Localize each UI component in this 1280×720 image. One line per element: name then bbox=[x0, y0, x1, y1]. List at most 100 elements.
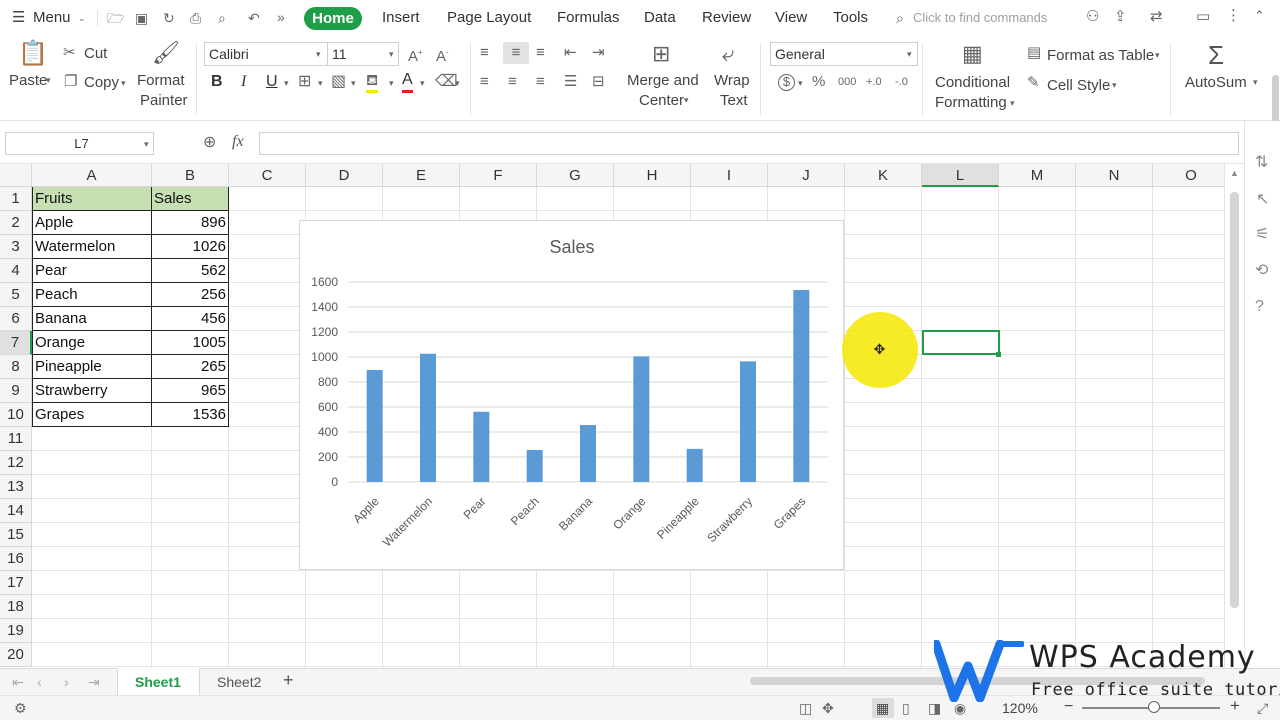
row-header-14[interactable]: 14 bbox=[0, 499, 32, 523]
format-as-table-button[interactable]: Format as Table bbox=[1047, 47, 1154, 64]
row-header-18[interactable]: 18 bbox=[0, 595, 32, 619]
italic-icon[interactable]: I bbox=[241, 74, 246, 90]
paste-dropdown-icon[interactable]: ▾ bbox=[46, 75, 51, 86]
print-icon[interactable]: ⎙ bbox=[190, 10, 201, 26]
name-box-dropdown-icon[interactable]: ▾ bbox=[144, 139, 149, 150]
merge-center-button-line1[interactable]: Merge and bbox=[627, 72, 699, 89]
column-header-a[interactable]: A bbox=[32, 164, 152, 187]
format-painter-button-line1[interactable]: Format bbox=[137, 72, 185, 89]
decrease-indent-icon[interactable]: ⇤ bbox=[564, 45, 577, 61]
table-cell[interactable]: Peach bbox=[32, 283, 152, 307]
column-header-k[interactable]: K bbox=[845, 164, 922, 187]
move-view-icon[interactable]: ✥ bbox=[822, 700, 834, 716]
wrap-text-icon[interactable]: ⤶ bbox=[722, 42, 734, 66]
upload-icon[interactable]: ⇪ bbox=[1114, 9, 1127, 25]
column-header-j[interactable]: J bbox=[768, 164, 845, 187]
column-header-l[interactable]: L bbox=[922, 164, 999, 187]
underline-dropdown-icon[interactable]: ▾ bbox=[284, 78, 289, 89]
row-header-7[interactable]: 7 bbox=[0, 331, 32, 355]
tab-insert[interactable]: Insert bbox=[382, 9, 420, 26]
number-format-dropdown-icon[interactable]: ▾ bbox=[907, 49, 912, 60]
merge-center-icon[interactable]: ⊞ bbox=[652, 42, 670, 66]
row-header-15[interactable]: 15 bbox=[0, 523, 32, 547]
justify-icon[interactable]: ☰ bbox=[564, 74, 577, 90]
currency-dropdown-icon[interactable]: ▾ bbox=[798, 78, 803, 89]
zoom-search-icon[interactable]: ⊕ bbox=[203, 135, 216, 151]
row-header-2[interactable]: 2 bbox=[0, 211, 32, 235]
command-search-input[interactable]: Click to find commands bbox=[913, 10, 1047, 25]
next-sheet-icon[interactable]: › bbox=[64, 674, 69, 690]
wrap-text-button-line2[interactable]: Text bbox=[720, 92, 748, 109]
column-header-e[interactable]: E bbox=[383, 164, 460, 187]
tab-home[interactable]: Home bbox=[304, 7, 362, 30]
increase-indent-icon[interactable]: ⇥ bbox=[592, 45, 605, 61]
macro-icon[interactable]: ⚙ bbox=[14, 700, 27, 716]
thousands-separator-icon[interactable]: 000 bbox=[838, 74, 856, 90]
cell-style-icon[interactable]: ✎ bbox=[1027, 75, 1040, 91]
column-header-g[interactable]: G bbox=[537, 164, 614, 187]
copy-dropdown-icon[interactable]: ▾ bbox=[121, 78, 126, 89]
prev-sheet-icon[interactable]: ‹ bbox=[37, 674, 42, 690]
decrease-decimal-icon[interactable]: -.0 bbox=[895, 74, 908, 90]
column-header-c[interactable]: C bbox=[229, 164, 306, 187]
table-cell[interactable]: Grapes bbox=[32, 403, 152, 427]
borders-icon[interactable]: ⊞ bbox=[298, 74, 311, 90]
print-preview-icon[interactable]: ⌕ bbox=[218, 10, 226, 26]
more-options-icon[interactable]: ⋮ bbox=[1226, 8, 1241, 24]
conditional-formatting-button-line2[interactable]: Formatting bbox=[935, 94, 1007, 111]
column-header-h[interactable]: H bbox=[614, 164, 691, 187]
column-header-b[interactable]: B bbox=[152, 164, 229, 187]
row-header-9[interactable]: 9 bbox=[0, 379, 32, 403]
function-icon[interactable]: fx bbox=[232, 134, 244, 150]
row-header-1[interactable]: 1 bbox=[0, 187, 32, 211]
paste-button[interactable]: Paste bbox=[9, 72, 47, 89]
column-header-i[interactable]: I bbox=[691, 164, 768, 187]
row-header-11[interactable]: 11 bbox=[0, 427, 32, 451]
cut-icon[interactable]: ✂ bbox=[63, 45, 76, 61]
table-cell[interactable]: 456 bbox=[152, 307, 229, 331]
column-header-n[interactable]: N bbox=[1076, 164, 1153, 187]
font-name-select[interactable]: Calibri bbox=[204, 42, 328, 66]
table-cell[interactable]: Apple bbox=[32, 211, 152, 235]
borders-dropdown-icon[interactable]: ▾ bbox=[318, 78, 323, 89]
clear-dropdown-icon[interactable]: ▾ bbox=[455, 78, 460, 89]
tab-page-layout[interactable]: Page Layout bbox=[447, 9, 531, 26]
currency-icon[interactable]: $ bbox=[778, 74, 795, 91]
font-color-icon[interactable]: A bbox=[402, 72, 413, 93]
sheet-tab-sheet2[interactable]: Sheet2 bbox=[217, 674, 261, 690]
table-cell[interactable]: Banana bbox=[32, 307, 152, 331]
row-header-16[interactable]: 16 bbox=[0, 547, 32, 571]
last-sheet-icon[interactable]: ⇥ bbox=[88, 674, 100, 690]
align-left-icon[interactable]: ≡ bbox=[480, 74, 489, 90]
reading-mode-icon[interactable]: ◉ bbox=[954, 700, 966, 716]
vertical-scrollbar[interactable]: ▲ bbox=[1224, 164, 1244, 668]
copy-icon[interactable]: ❐ bbox=[64, 74, 77, 90]
conditional-formatting-button-line1[interactable]: Conditional bbox=[935, 74, 1010, 91]
row-header-19[interactable]: 19 bbox=[0, 619, 32, 643]
table-header-cell[interactable]: Fruits bbox=[32, 187, 152, 211]
zoom-slider-thumb[interactable] bbox=[1148, 701, 1160, 713]
help-icon[interactable]: ? bbox=[1255, 299, 1264, 315]
comment-icon[interactable]: ▭ bbox=[1196, 9, 1210, 25]
font-size-dropdown-icon[interactable]: ▾ bbox=[389, 49, 394, 60]
paste-icon[interactable]: 📋 bbox=[18, 41, 48, 67]
table-cell[interactable]: Watermelon bbox=[32, 235, 152, 259]
column-header-o[interactable]: O bbox=[1153, 164, 1224, 187]
more-icon[interactable]: » bbox=[277, 9, 285, 25]
page-break-icon[interactable]: ◫ bbox=[799, 700, 812, 716]
bold-icon[interactable]: B bbox=[211, 74, 223, 90]
cell-fill-pattern-icon[interactable]: ▧ bbox=[331, 74, 346, 90]
table-cell[interactable]: 965 bbox=[152, 379, 229, 403]
column-header-d[interactable]: D bbox=[306, 164, 383, 187]
table-cell[interactable]: 1536 bbox=[152, 403, 229, 427]
save-icon[interactable]: ▣ bbox=[135, 10, 148, 26]
font-name-dropdown-icon[interactable]: ▾ bbox=[316, 49, 321, 60]
sync-icon[interactable]: ⇄ bbox=[1150, 9, 1163, 25]
undo-icon[interactable]: ↶ bbox=[248, 10, 260, 26]
hamburger-menu-icon[interactable]: ☰ bbox=[12, 10, 25, 26]
merge-dropdown-icon[interactable]: ▾ bbox=[684, 95, 689, 106]
table-cell[interactable]: Orange bbox=[32, 331, 152, 355]
table-cell[interactable]: 1026 bbox=[152, 235, 229, 259]
fill-color-icon[interactable]: ⛾ bbox=[366, 73, 378, 93]
row-header-12[interactable]: 12 bbox=[0, 451, 32, 475]
